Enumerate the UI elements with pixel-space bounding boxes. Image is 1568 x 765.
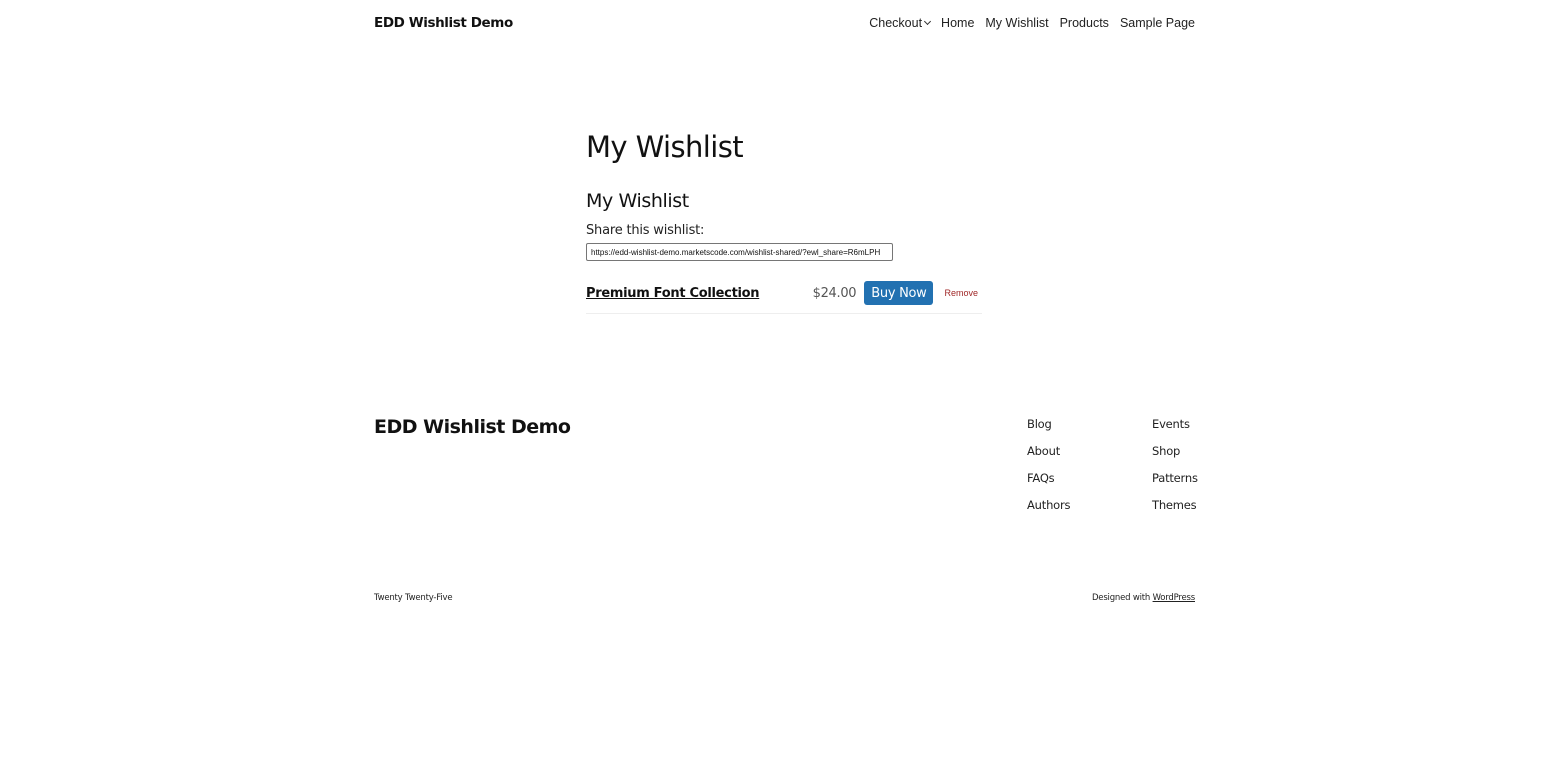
product-price: $24.00 (812, 285, 857, 301)
footer-link-authors[interactable]: Authors (1027, 497, 1071, 524)
share-url-input[interactable] (586, 243, 893, 261)
wishlist-title: My Wishlist (586, 190, 689, 212)
remove-link[interactable]: Remove (944, 288, 978, 298)
footer-link-themes[interactable]: Themes (1152, 497, 1198, 524)
nav-item-products[interactable]: Products (1060, 16, 1109, 30)
footer-bottom: Twenty Twenty-Five Designed with WordPre… (374, 592, 1195, 604)
footer-site-title[interactable]: EDD Wishlist Demo (374, 414, 571, 440)
site-title-link[interactable]: EDD Wishlist Demo (374, 15, 513, 31)
footer-nav-col1: Blog About FAQs Authors (1027, 416, 1071, 524)
footer-credit: Designed with WordPress (1092, 592, 1195, 604)
nav-item-my-wishlist[interactable]: My Wishlist (985, 16, 1048, 30)
footer-link-about[interactable]: About (1027, 443, 1070, 470)
footer-link-patterns[interactable]: Patterns (1152, 470, 1198, 497)
nav-item-checkout[interactable]: Checkout (869, 16, 932, 30)
nav-item-home[interactable]: Home (941, 16, 974, 30)
product-link[interactable]: Premium Font Collection (586, 284, 760, 304)
nav-item-sample-page[interactable]: Sample Page (1120, 16, 1195, 30)
buy-now-button[interactable]: Buy Now (864, 281, 934, 305)
credit-prefix: Designed with (1091, 593, 1153, 603)
wishlist-item-actions: $24.00 Buy Now Remove (813, 281, 982, 305)
footer-link-blog[interactable]: Blog (1027, 416, 1070, 443)
wishlist-item: Premium Font Collection $24.00 Buy Now R… (586, 281, 982, 314)
site-header: EDD Wishlist Demo Checkout Home My Wishl… (374, 12, 1195, 34)
page: EDD Wishlist Demo Checkout Home My Wishl… (0, 0, 1568, 765)
footer-nav-col2: Events Shop Patterns Themes (1152, 416, 1198, 524)
chevron-down-icon[interactable] (924, 17, 932, 26)
nav-item-label: Checkout (869, 16, 923, 30)
theme-name: Twenty Twenty-Five (374, 593, 453, 603)
main-content: My Wishlist My Wishlist Share this wishl… (586, 126, 982, 314)
footer-link-faqs[interactable]: FAQs (1027, 470, 1070, 497)
footer-link-events[interactable]: Events (1152, 416, 1198, 443)
page-title: My Wishlist (586, 130, 744, 164)
primary-nav: Checkout Home My Wishlist Products Sampl… (869, 16, 1195, 30)
wordpress-link[interactable]: WordPress (1153, 593, 1196, 603)
share-label: Share this wishlist: (586, 223, 705, 238)
footer-link-shop[interactable]: Shop (1152, 443, 1198, 470)
